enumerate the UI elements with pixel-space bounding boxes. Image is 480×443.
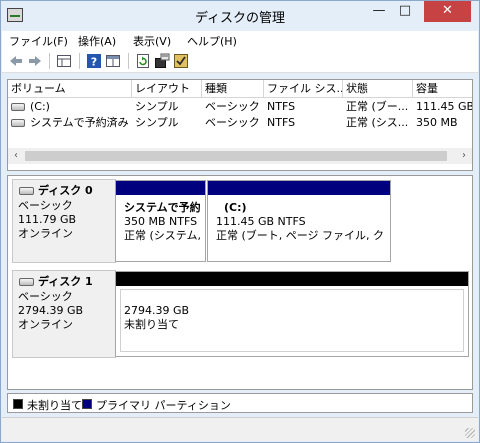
- panel-view-icon[interactable]: [105, 53, 121, 69]
- forward-arrow-icon[interactable]: [27, 53, 43, 69]
- disk-0-size: 111.79 GB: [18, 213, 77, 226]
- disk-management-window: ディスクの管理 — □ ✕ ファイル(F) 操作(A) 表示(V) ヘルプ(H)…: [0, 0, 480, 443]
- cell-type: ベーシック: [205, 116, 260, 129]
- toolbar: ?: [2, 49, 478, 73]
- menu-help[interactable]: ヘルプ(H): [187, 33, 237, 49]
- legend: 未割り当て プライマリ パーティション: [7, 393, 473, 413]
- disk-icon: [19, 187, 34, 195]
- volume-list-header: ボリューム レイアウト 種類 ファイル シス... 状態 容量: [8, 80, 472, 98]
- menu-bar: ファイル(F) 操作(A) 表示(V) ヘルプ(H): [2, 31, 478, 49]
- disk-0-name: ディスク 0: [38, 184, 93, 197]
- column-layout[interactable]: レイアウト: [132, 80, 202, 98]
- cell-layout: シンプル: [135, 100, 179, 113]
- menu-view[interactable]: 表示(V): [133, 33, 171, 49]
- cell-volume: (C:): [30, 100, 50, 113]
- resize-grip-icon[interactable]: [465, 428, 475, 438]
- cell-type: ベーシック: [205, 100, 260, 113]
- check-icon[interactable]: [173, 53, 189, 69]
- disk-0-state: オンライン: [18, 227, 73, 240]
- unallocated-bar: [116, 272, 468, 286]
- cell-filesystem: NTFS: [267, 100, 296, 113]
- toolbar-separator: [128, 53, 129, 69]
- legend-swatch-primary: [82, 399, 92, 409]
- table-row[interactable]: (C:) シンプル ベーシック NTFS 正常 (ブー... 111.45 GB: [8, 99, 472, 115]
- scrollbar-thumb[interactable]: [25, 151, 447, 161]
- drive-icon: [11, 119, 25, 127]
- partition-size: 350 MB NTFS: [124, 215, 198, 228]
- toolbar-separator: [49, 53, 50, 69]
- legend-label-primary: プライマリ パーティション: [96, 399, 231, 412]
- volume-list: ボリューム レイアウト 種類 ファイル シス... 状態 容量 (C:) シンプ…: [7, 79, 473, 171]
- column-volume[interactable]: ボリューム: [8, 80, 132, 98]
- partition-unallocated[interactable]: 2794.39 GB 未割り当て: [115, 271, 469, 357]
- column-capacity[interactable]: 容量: [413, 80, 472, 98]
- partition-status: 未割り当て: [124, 318, 179, 331]
- disk-1-info[interactable]: ディスク 1 ベーシック 2794.39 GB オンライン: [12, 270, 116, 358]
- help-icon[interactable]: ?: [86, 53, 102, 69]
- primary-partition-bar: [208, 181, 390, 195]
- scroll-left-icon[interactable]: ‹: [8, 148, 24, 164]
- partition-size: 111.45 GB NTFS: [216, 215, 306, 228]
- partition-name: システムで予約済: [124, 201, 201, 214]
- properties-icon[interactable]: [154, 53, 170, 69]
- disk-1-state: オンライン: [18, 318, 73, 331]
- cell-filesystem: NTFS: [267, 116, 296, 129]
- grid-view-icon[interactable]: [56, 53, 72, 69]
- scroll-right-icon[interactable]: ›: [456, 148, 472, 164]
- close-button[interactable]: ✕: [424, 1, 471, 22]
- back-arrow-icon[interactable]: [8, 53, 24, 69]
- svg-text:?: ?: [91, 56, 97, 69]
- table-row[interactable]: システムで予約済み シンプル ベーシック NTFS 正常 (シス... 350 …: [8, 115, 472, 131]
- disk-0-info[interactable]: ディスク 0 ベーシック 111.79 GB オンライン: [12, 179, 116, 263]
- drive-icon: [11, 103, 25, 111]
- minimize-button[interactable]: —: [366, 1, 392, 22]
- disk-1-type: ベーシック: [18, 290, 73, 303]
- refresh-icon[interactable]: [135, 53, 151, 69]
- disk-1-size: 2794.39 GB: [18, 304, 84, 317]
- disk-1-name: ディスク 1: [38, 275, 93, 288]
- cell-capacity: 350 MB: [416, 116, 458, 129]
- partition-name: (C:): [224, 201, 247, 214]
- menu-action[interactable]: 操作(A): [78, 33, 116, 49]
- disk-0-type: ベーシック: [18, 199, 73, 212]
- disk-graphical-view: ディスク 0 ベーシック 111.79 GB オンライン システムで予約済 35…: [7, 175, 473, 390]
- status-bar: [2, 417, 478, 441]
- legend-label-unallocated: 未割り当て: [27, 399, 82, 412]
- disk-icon: [19, 278, 34, 286]
- toolbar-separator: [79, 53, 80, 69]
- partition-status: 正常 (ブート, ページ ファイル, クラッシュ: [216, 229, 385, 242]
- primary-partition-bar: [116, 181, 205, 195]
- column-filesystem[interactable]: ファイル シス...: [264, 80, 343, 98]
- horizontal-scrollbar[interactable]: ‹ ›: [8, 148, 472, 164]
- partition-size: 2794.39 GB: [124, 304, 190, 317]
- cell-layout: シンプル: [135, 116, 179, 129]
- legend-swatch-unallocated: [13, 399, 23, 409]
- cell-status: 正常 (ブー...: [346, 100, 409, 113]
- column-status[interactable]: 状態: [343, 80, 413, 98]
- partition-system-reserved[interactable]: システムで予約済 350 MB NTFS 正常 (システム, ア: [115, 180, 206, 262]
- cell-status: 正常 (シス...: [346, 116, 409, 129]
- menu-file[interactable]: ファイル(F): [9, 33, 68, 49]
- partition-status: 正常 (システム, ア: [124, 229, 201, 242]
- partition-c-drive[interactable]: (C:) 111.45 GB NTFS 正常 (ブート, ページ ファイル, ク…: [207, 180, 391, 262]
- column-type[interactable]: 種類: [202, 80, 264, 98]
- cell-capacity: 111.45 GB: [416, 100, 472, 113]
- title-bar: ディスクの管理 — □ ✕: [1, 1, 479, 31]
- maximize-button[interactable]: □: [392, 1, 418, 22]
- cell-volume: システムで予約済み: [30, 116, 129, 129]
